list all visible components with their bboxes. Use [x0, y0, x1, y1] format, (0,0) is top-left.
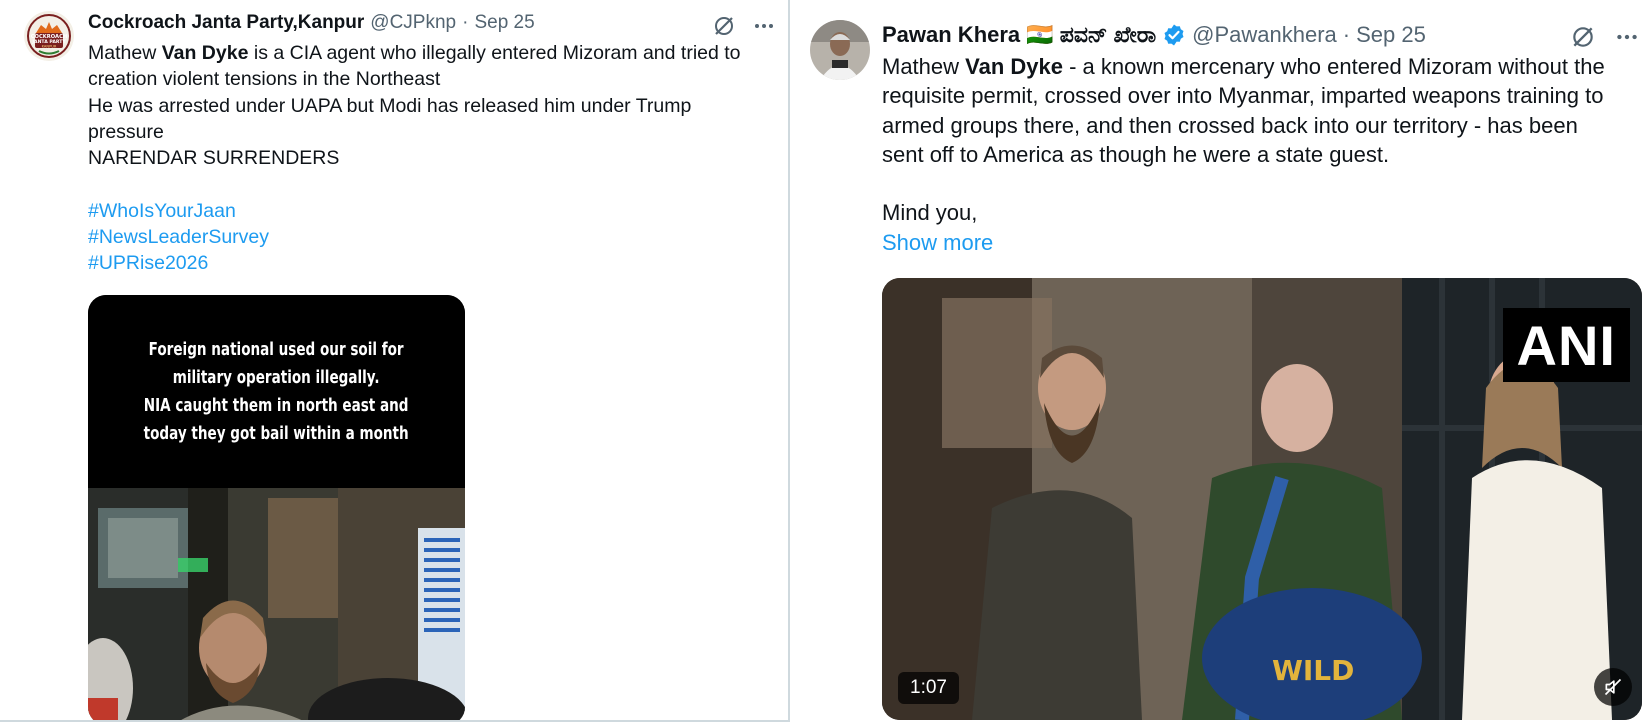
mute-icon[interactable] [1594, 668, 1632, 706]
tweet-pawan-khera[interactable]: Pawan Khera 🇮🇳 ಪವನ್ ಖೇರಾ @Pawankhera · S… [792, 0, 1644, 722]
hashtag-link[interactable]: #NewsLeaderSurvey [88, 224, 741, 250]
grok-icon[interactable] [712, 14, 736, 38]
video-duration: 1:07 [898, 672, 959, 704]
tweet-text-line: pressure [88, 120, 164, 143]
author-name[interactable]: Pawan Khera 🇮🇳 ಪವನ್ ಖೇರಾ [882, 22, 1156, 48]
tweet-text-line: NARENDAR SURRENDERS [88, 147, 340, 170]
verified-badge-icon [1162, 23, 1186, 47]
bag-print-text: WILD [1272, 654, 1354, 687]
author-photo-image [810, 20, 870, 80]
show-more-link[interactable]: Show more [882, 230, 993, 255]
author-handle[interactable]: @Pawankhera [1192, 22, 1337, 48]
tweet-text-line: Mathew Van Dyke is a CIA agent who illeg… [88, 42, 741, 64]
tweet-timestamp[interactable]: Sep 25 [474, 12, 534, 34]
svg-text:KANPUR: KANPUR [42, 45, 57, 49]
tweet-header: Cockroach Janta Party,Kanpur @CJPknp · S… [88, 12, 535, 34]
tweet-text-line: requisite permit, crossed over into Myan… [882, 83, 1604, 109]
header-separator: · [1342, 22, 1351, 47]
more-icon[interactable] [752, 14, 776, 38]
author-handle[interactable]: @CJPknp [370, 12, 456, 34]
caption-line: military operation illegally. [173, 367, 380, 388]
tweet-actions [1570, 24, 1640, 50]
tweet-text-spacer [882, 169, 1605, 198]
caption-line: NIA caught them in north east and [144, 395, 409, 416]
grok-icon[interactable] [1570, 24, 1596, 50]
tweet-text-line: Mathew Van Dyke - a known mercenary who … [882, 54, 1605, 79]
tweet-text-line: armed groups there, and then crossed bac… [882, 112, 1578, 138]
photo-scene [88, 488, 465, 722]
tweet-text-line: Mind you, [882, 200, 978, 226]
ani-watermark: ANI [1502, 308, 1630, 382]
tweet-cockroach-janta-party[interactable]: COCKROACH JANTA PARTY KANPUR Cockroach J… [0, 0, 790, 722]
tweet-text-line: creation violent tensions in the Northea… [88, 68, 441, 91]
party-logo-image: COCKROACH JANTA PARTY KANPUR [24, 11, 74, 61]
caption-line: Foreign national used our soil for [149, 339, 404, 360]
caption-line: today they got bail within a month [143, 423, 410, 444]
author-name[interactable]: Cockroach Janta Party,Kanpur [88, 12, 364, 34]
bold-name: Van Dyke [965, 54, 1063, 79]
tweet-actions [712, 14, 776, 38]
tweet-media-video[interactable]: WILD ANI 1:07 [882, 278, 1642, 720]
author-avatar[interactable] [810, 20, 870, 80]
tweet-text-line: sent off to America as though he were a … [882, 141, 1390, 167]
tweet-text: Mathew Van Dyke is a CIA agent who illeg… [88, 40, 741, 277]
image-caption: Foreign national used our soil for milit… [88, 295, 465, 488]
tweet-timestamp[interactable]: Sep 25 [1356, 22, 1426, 48]
hashtag-link[interactable]: #WhoIsYourJaan [88, 198, 741, 224]
more-icon[interactable] [1614, 24, 1640, 50]
tweet-text: Mathew Van Dyke - a known mercenary who … [882, 52, 1605, 257]
tweet-text-spacer [88, 171, 741, 197]
tweet-header: Pawan Khera 🇮🇳 ಪವನ್ ಖೇರಾ @Pawankhera · S… [882, 22, 1426, 48]
tweet-text-line: He was arrested under UAPA but Modi has … [88, 94, 692, 117]
header-separator: · [462, 12, 469, 33]
hashtag-link[interactable]: #UPRise2026 [88, 250, 741, 276]
bold-name: Van Dyke [161, 42, 249, 64]
tweet-media-image[interactable]: Foreign national used our soil for milit… [88, 295, 465, 722]
author-avatar[interactable]: COCKROACH JANTA PARTY KANPUR [24, 11, 74, 61]
